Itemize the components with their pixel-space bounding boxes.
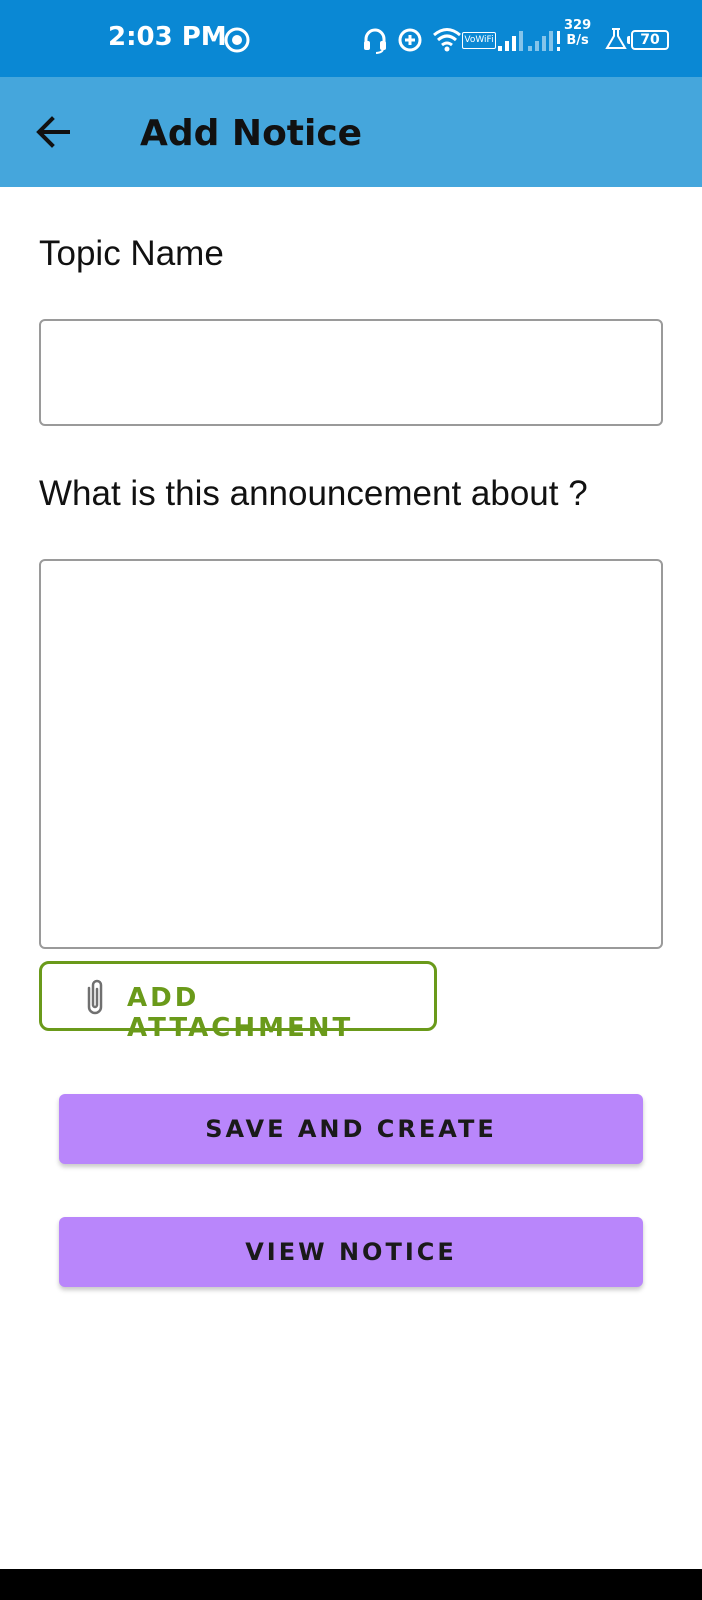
topic-name-input[interactable] xyxy=(39,319,663,426)
arrow-left-icon xyxy=(36,116,70,148)
signal-icon xyxy=(498,31,523,51)
wifi-icon xyxy=(433,28,461,52)
battery-icon: 70 xyxy=(627,30,669,50)
lab-icon xyxy=(605,28,627,49)
screen: 2:03 PM VoWiFi 329 B/s 70 Add Notice Top… xyxy=(0,0,702,1600)
announcement-about-label: What is this announcement about ? xyxy=(39,474,588,513)
add-attachment-button[interactable]: ADD ATTACHMENT xyxy=(39,961,437,1043)
signal-2-icon xyxy=(528,31,560,51)
save-and-create-button[interactable]: SAVE AND CREATE xyxy=(59,1094,643,1164)
app-bar: Add Notice xyxy=(0,77,702,187)
navigation-bar xyxy=(0,1569,702,1600)
topic-name-label: Topic Name xyxy=(39,234,224,273)
battery-level: 70 xyxy=(640,32,660,48)
announcement-about-textarea[interactable] xyxy=(39,559,663,949)
headset-icon xyxy=(364,28,386,54)
vowifi-icon: VoWiFi xyxy=(462,32,496,49)
vowifi-label: VoWiFi xyxy=(464,35,494,45)
speed-value: 329 xyxy=(564,18,592,33)
data-saver-icon xyxy=(398,28,422,52)
page-title: Add Notice xyxy=(140,113,363,154)
status-bar: 2:03 PM VoWiFi 329 B/s 70 xyxy=(0,0,702,77)
speed-unit: B/s xyxy=(566,33,589,48)
back-button[interactable] xyxy=(30,107,80,157)
view-notice-button[interactable]: VIEW NOTICE xyxy=(59,1217,643,1287)
paperclip-icon xyxy=(87,979,103,1015)
network-speed: 329 B/s xyxy=(564,18,591,48)
add-attachment-label: ADD ATTACHMENT xyxy=(127,983,354,1043)
record-icon xyxy=(224,27,250,53)
status-time: 2:03 PM xyxy=(108,22,227,52)
